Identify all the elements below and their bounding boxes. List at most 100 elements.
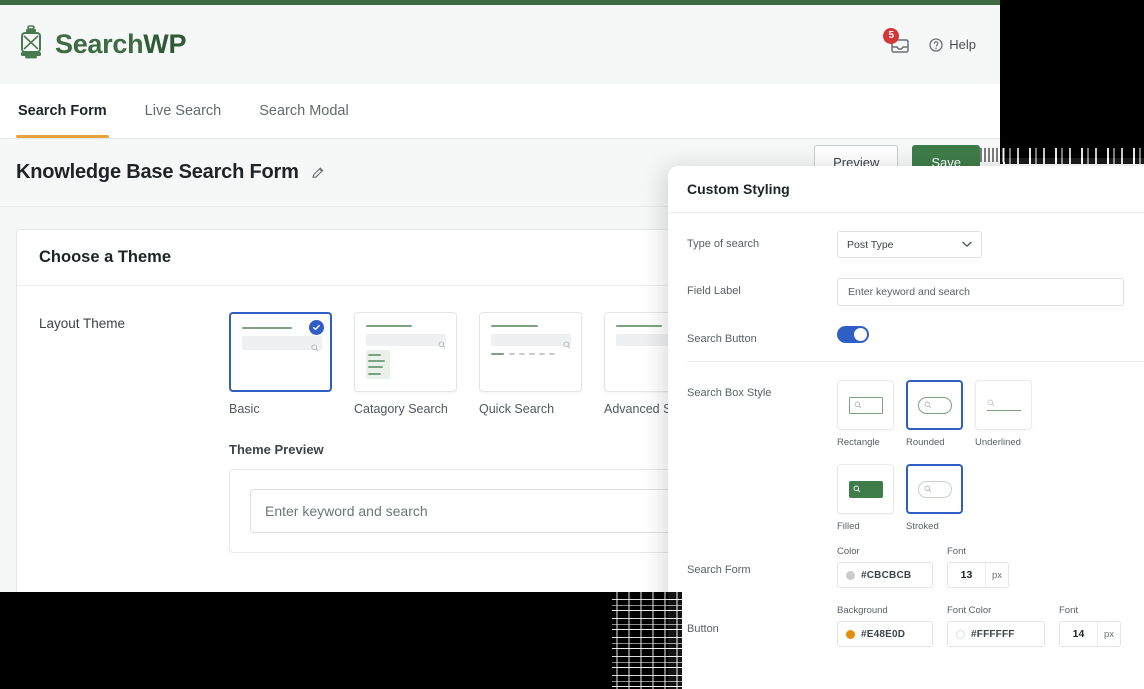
- button-font-label: Font: [1059, 605, 1079, 616]
- search-icon: [987, 399, 994, 407]
- search-form-font-input[interactable]: 13 px: [947, 562, 1009, 588]
- style-option-filled[interactable]: Filled: [837, 464, 894, 532]
- search-icon: [924, 485, 931, 493]
- mini-filled-preview: [848, 480, 883, 498]
- style-name-filled: Filled: [837, 521, 860, 532]
- occlusion-top-right-noise-edge: [1000, 148, 1144, 164]
- style-option-underlined[interactable]: Underlined: [975, 380, 1032, 448]
- mini-rectangle-preview: [848, 396, 883, 414]
- theme-option-quick-search[interactable]: Quick Search: [479, 312, 582, 416]
- search-icon: [563, 336, 571, 354]
- theme-name-quick-search: Quick Search: [479, 402, 555, 416]
- theme-name-basic: Basic: [229, 402, 260, 416]
- layout-theme-label: Layout Theme: [39, 316, 126, 331]
- style-name-stroked: Stroked: [906, 521, 939, 532]
- tab-search-form-label: Search Form: [18, 103, 107, 119]
- button-background-control: Background #E48E0D: [837, 605, 933, 647]
- custom-styling-panel-header: Custom Styling: [668, 166, 1144, 213]
- search-form-label: Search Form: [687, 564, 751, 576]
- button-font-unit: px: [1097, 622, 1120, 646]
- lantern-icon: [16, 25, 46, 64]
- theme-name-category-search: Catagory Search: [354, 402, 448, 416]
- question-circle-icon: [929, 37, 943, 52]
- field-label-body: Enter keyword and search: [837, 278, 1144, 306]
- theme-thumb-quick-search[interactable]: [479, 312, 582, 392]
- search-box-style-row-2: Filled Stroked: [837, 464, 1144, 532]
- style-thumb-rounded[interactable]: [906, 380, 963, 430]
- tab-search-modal-label: Search Modal: [259, 103, 349, 119]
- style-thumb-underlined[interactable]: [975, 380, 1032, 430]
- brand-logo[interactable]: SearchWP: [16, 25, 186, 64]
- search-form-font-unit: px: [985, 563, 1008, 587]
- occlusion-bottom-noise-edge: [612, 592, 682, 689]
- search-icon: [924, 401, 931, 409]
- button-font-color-input[interactable]: #FFFFFF: [947, 621, 1045, 647]
- style-option-stroked[interactable]: Stroked: [906, 464, 963, 532]
- button-font-input[interactable]: 14 px: [1059, 621, 1121, 647]
- button-background-input[interactable]: #E48E0D: [837, 621, 933, 647]
- tab-search-modal[interactable]: Search Modal: [257, 84, 350, 138]
- row-search-button: Search Button: [687, 326, 1144, 345]
- button-font-value: 14: [1072, 628, 1085, 640]
- button-background-value: #E48E0D: [861, 628, 906, 640]
- type-of-search-label: Type of search: [687, 238, 760, 250]
- search-box-style-row-1: Rectangle Rounded Underlined: [837, 380, 1144, 448]
- search-form-color-input[interactable]: #CBCBCB: [837, 562, 933, 588]
- field-label-label: Field Label: [687, 285, 741, 297]
- custom-styling-title: Custom Styling: [687, 181, 790, 197]
- style-name-rectangle: Rectangle: [837, 437, 880, 448]
- theme-thumb-category-search[interactable]: [354, 312, 457, 392]
- occlusion-bottom-left: [0, 592, 668, 689]
- type-of-search-select[interactable]: Post Type: [837, 231, 982, 258]
- pencil-icon[interactable]: [311, 166, 325, 180]
- style-thumb-stroked[interactable]: [906, 464, 963, 514]
- search-box-style-label: Search Box Style: [687, 387, 772, 399]
- button-background-label: Background: [837, 605, 888, 616]
- occlusion-top-right-edge-dither: [980, 148, 1006, 162]
- masthead: SearchWP 5 Help: [0, 5, 1000, 84]
- style-thumb-rectangle[interactable]: [837, 380, 894, 430]
- tab-live-search[interactable]: Live Search: [143, 84, 224, 138]
- search-form-font-value: 13: [960, 569, 973, 581]
- custom-styling-panel-body: Type of search Post Type Field Label Ent…: [668, 213, 1144, 647]
- button-font-color-control: Font Color #FFFFFF: [947, 605, 1045, 647]
- notifications-button[interactable]: 5: [883, 27, 911, 56]
- chevron-down-icon: [962, 239, 972, 251]
- search-button-body: [837, 326, 1144, 343]
- button-background-swatch: [846, 629, 855, 639]
- tab-live-search-label: Live Search: [144, 103, 222, 119]
- theme-option-category-search[interactable]: Catagory Search: [354, 312, 457, 416]
- button-controls: Background #E48E0D Font Color #FFFFFF Fo…: [837, 605, 1144, 647]
- search-form-font-control: Font 13 px: [947, 546, 1009, 588]
- search-form-color-value: #CBCBCB: [861, 569, 912, 581]
- search-icon: [854, 401, 861, 409]
- theme-option-basic[interactable]: Basic: [229, 312, 332, 416]
- brand-name: SearchWP: [55, 29, 186, 60]
- field-label-input[interactable]: Enter keyword and search: [837, 278, 1124, 306]
- type-of-search-value: Post Type: [847, 238, 894, 251]
- screenshot-root: SearchWP 5 Help Search Form Live Search …: [0, 0, 1144, 689]
- occlusion-top-right: [1000, 0, 1144, 158]
- row-field-label: Field Label Enter keyword and search: [687, 278, 1144, 306]
- type-of-search-body: Post Type: [837, 231, 1144, 258]
- tab-search-form[interactable]: Search Form: [16, 84, 109, 138]
- brand-name-part2: WP: [143, 29, 187, 59]
- search-icon: [311, 339, 319, 357]
- style-name-rounded: Rounded: [906, 437, 945, 448]
- help-link[interactable]: Help: [929, 37, 976, 52]
- notification-badge: 5: [883, 27, 900, 44]
- button-font-control: Font 14 px: [1059, 605, 1121, 647]
- style-option-rounded[interactable]: Rounded: [906, 380, 963, 448]
- style-thumb-filled[interactable]: [837, 464, 894, 514]
- style-option-rectangle[interactable]: Rectangle: [837, 380, 894, 448]
- row-button: Button Background #E48E0D Font Color #FF…: [687, 605, 1144, 647]
- row-search-box-style: Search Box Style Rectangle Rounded Under…: [687, 380, 1144, 532]
- row-type-of-search: Type of search Post Type: [687, 231, 1144, 258]
- search-form-color-label: Color: [837, 546, 860, 557]
- check-icon: [309, 320, 324, 335]
- button-font-color-value: #FFFFFF: [971, 628, 1015, 640]
- search-button-toggle[interactable]: [837, 326, 869, 343]
- search-form-color-swatch: [846, 570, 855, 580]
- choose-theme-title: Choose a Theme: [39, 248, 172, 266]
- theme-thumb-basic[interactable]: [229, 312, 332, 392]
